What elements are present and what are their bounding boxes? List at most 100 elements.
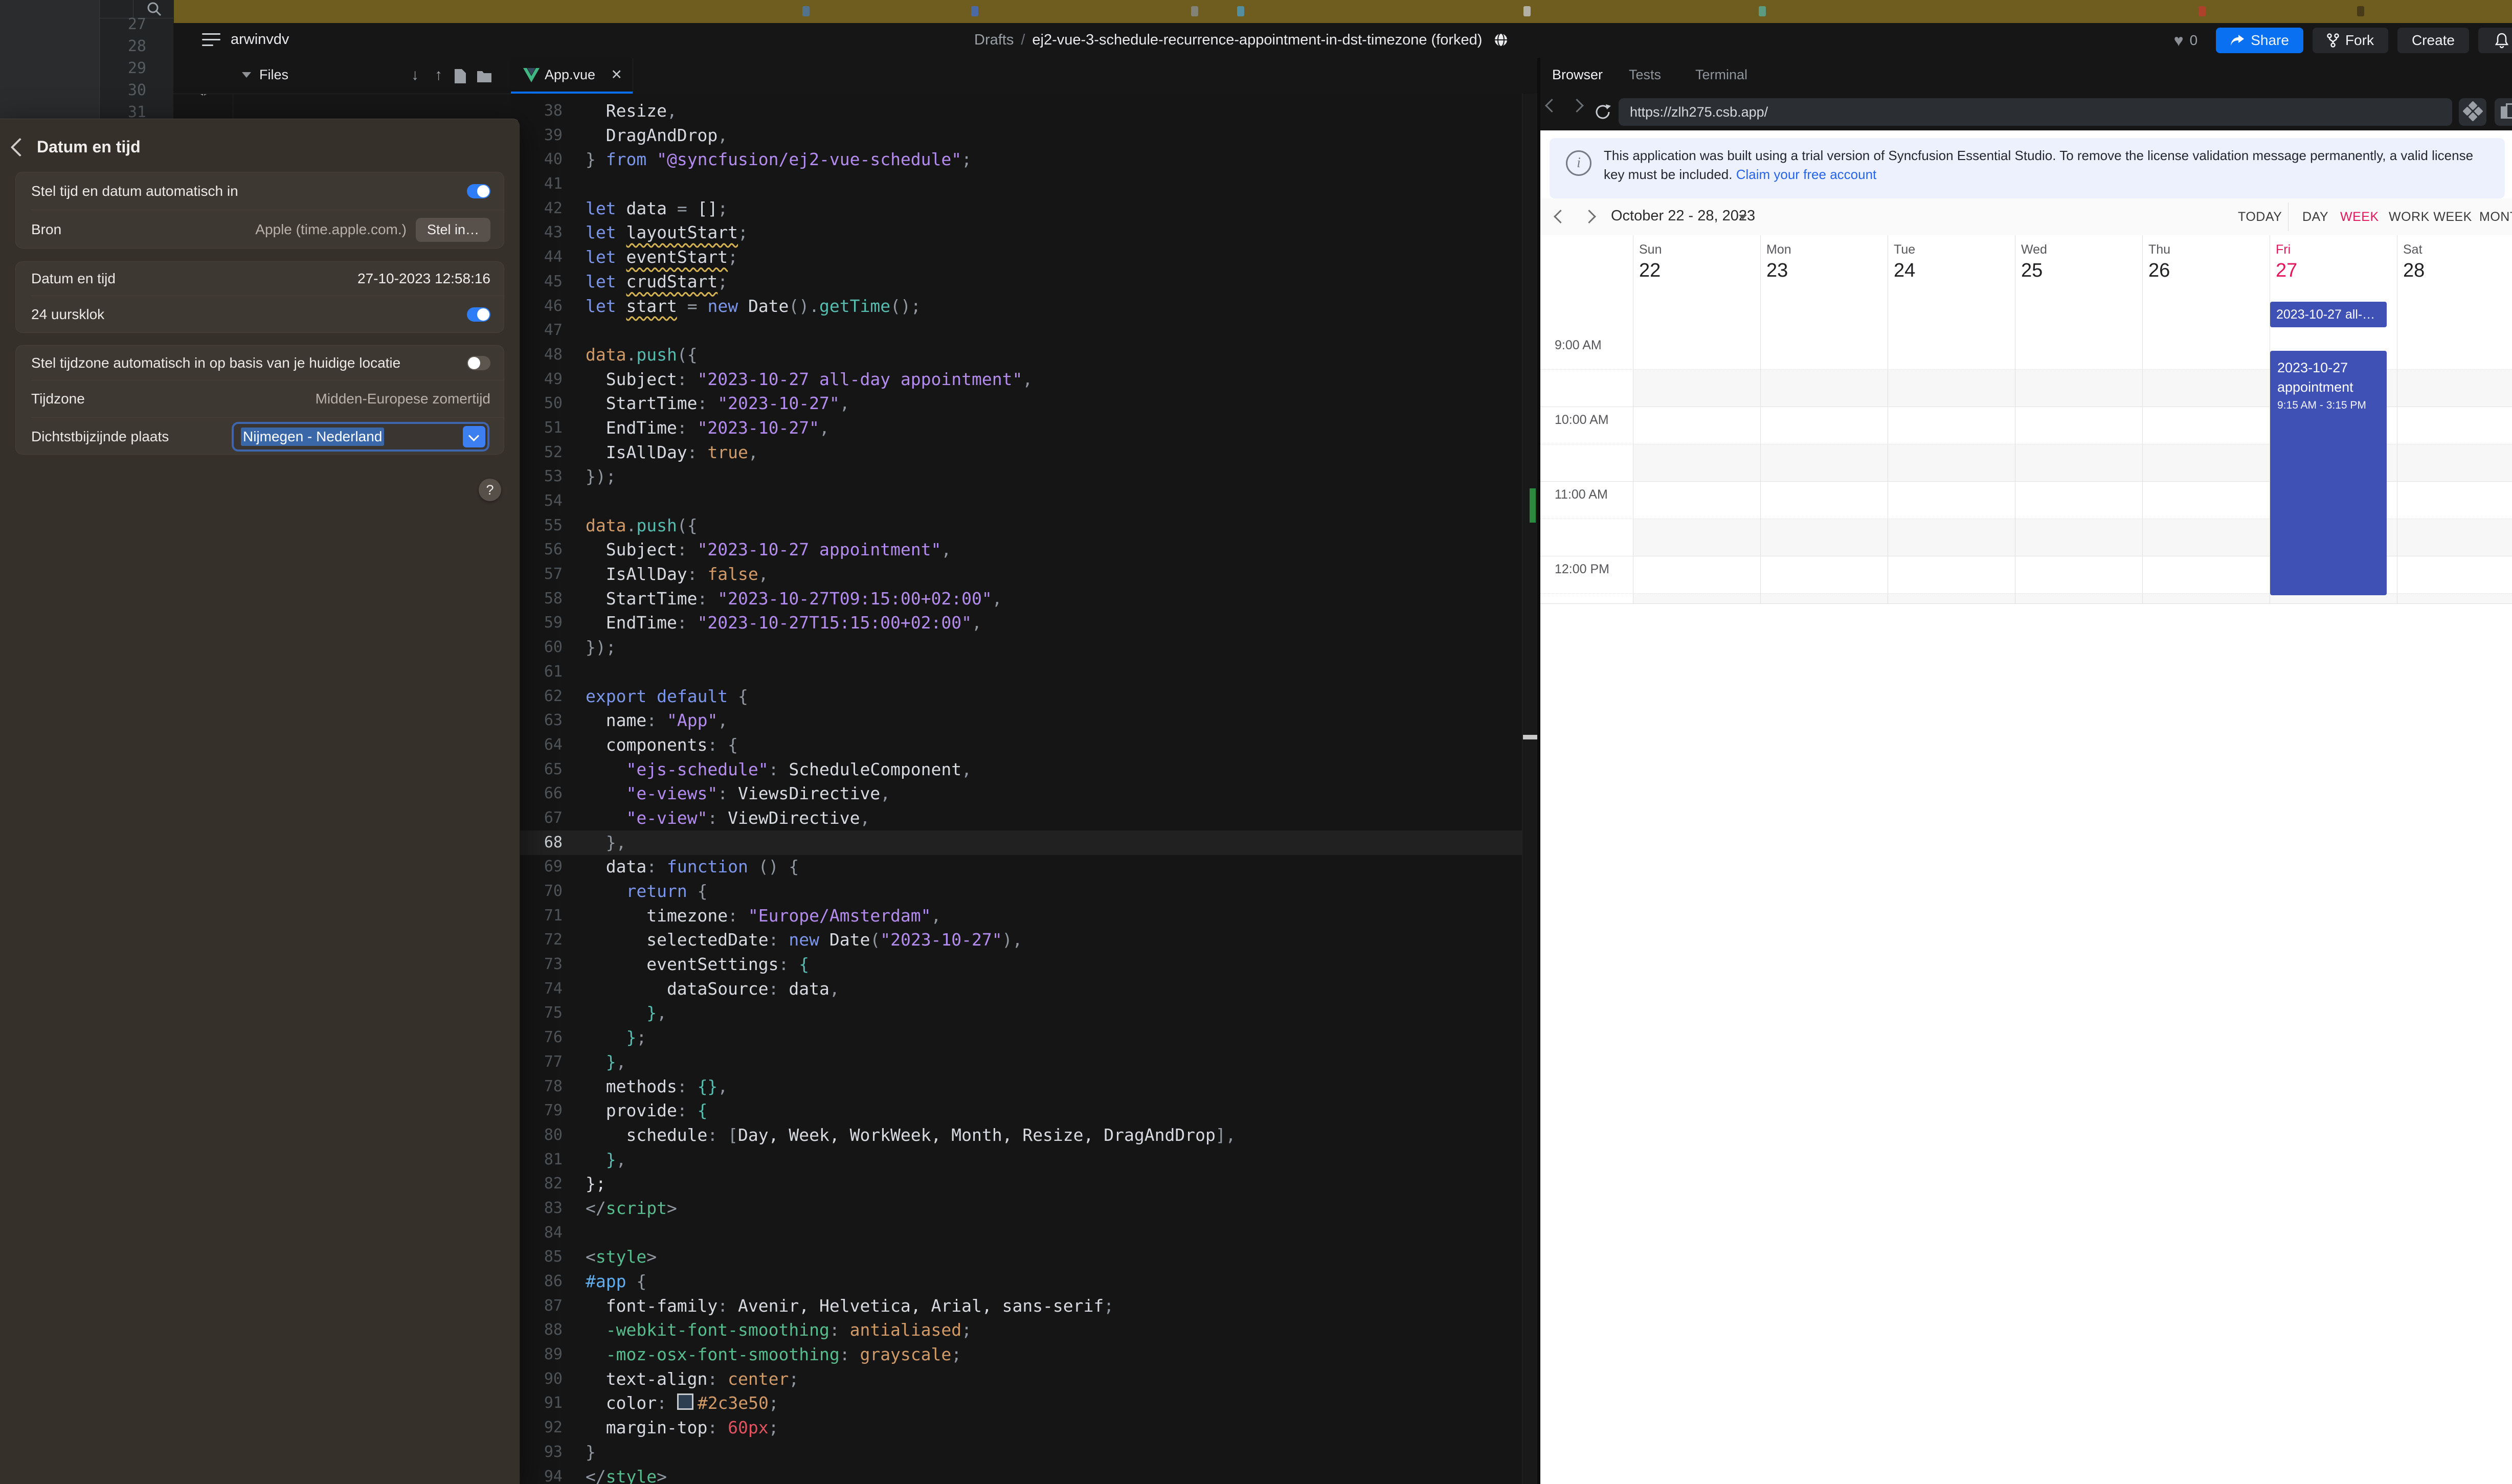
create-button[interactable]: Create: [2397, 28, 2469, 53]
nearest-place-select[interactable]: Nijmegen - Nederland: [234, 423, 487, 449]
view-day[interactable]: DAY: [2302, 210, 2328, 224]
editor-scrollbar[interactable]: [1522, 94, 1537, 1484]
scrollbar-thumb[interactable]: [1523, 735, 1537, 739]
time-grid[interactable]: 9:00 AM 10:00 AM 11:00 AM 12:00 PM 2023-10-…: [1540, 332, 2512, 604]
code-line[interactable]: [586, 660, 1236, 684]
code-line[interactable]: data.push({: [586, 513, 1236, 538]
code-line[interactable]: text-align: center;: [586, 1367, 1236, 1391]
code-line[interactable]: } from "@syncfusion/ej2-vue-schedule";: [586, 147, 1236, 172]
fork-button[interactable]: Fork: [2312, 28, 2388, 53]
responsive-mode-icon[interactable]: [2459, 98, 2486, 126]
code-line[interactable]: timezone: "Europe/Amsterdam",: [586, 904, 1236, 928]
code-line[interactable]: };: [586, 1025, 1236, 1050]
notifications-button[interactable]: [2478, 28, 2512, 53]
day-number[interactable]: 24: [1894, 260, 1915, 282]
workspace-name[interactable]: arwinvdv: [231, 31, 289, 48]
back-icon[interactable]: [1545, 99, 1559, 113]
auto-datetime-toggle[interactable]: [467, 184, 490, 198]
code-editor[interactable]: 38 39 40 41 42 43 44 45 46 47 48 49 50 51 52 53 54 55 56 57…: [511, 94, 1537, 1484]
code-content[interactable]: Resize, DragAndDrop,} from "@syncfusion/…: [586, 99, 1236, 1484]
code-line[interactable]: provide: {: [586, 1098, 1236, 1123]
new-file-icon[interactable]: [454, 68, 467, 84]
back-icon[interactable]: [10, 138, 30, 157]
code-line[interactable]: schedule: [Day, Week, WorkWeek, Month, R…: [586, 1123, 1236, 1148]
sort-down-icon[interactable]: ↓: [411, 66, 419, 84]
code-line[interactable]: IsAllDay: false,: [586, 562, 1236, 587]
code-line[interactable]: });: [586, 464, 1236, 489]
day-number[interactable]: 25: [2021, 260, 2043, 282]
code-line[interactable]: "ejs-schedule": ScheduleComponent,: [586, 757, 1236, 782]
code-line[interactable]: [586, 1221, 1236, 1245]
auto-timezone-toggle[interactable]: [467, 355, 490, 370]
code-line[interactable]: IsAllDay: true,: [586, 440, 1236, 465]
day-number[interactable]: 23: [1766, 260, 1788, 282]
globe-icon[interactable]: [1492, 31, 1510, 49]
code-line[interactable]: },: [586, 1001, 1236, 1025]
code-line[interactable]: DragAndDrop,: [586, 123, 1236, 148]
url-input[interactable]: https://zlh275.csb.app/: [1619, 98, 2452, 126]
preview-tab-tests[interactable]: Tests: [1629, 67, 1661, 83]
code-line[interactable]: Resize,: [586, 99, 1236, 123]
code-line[interactable]: [586, 172, 1236, 196]
all-day-event[interactable]: 2023-10-27 all-day appointment: [2270, 302, 2387, 327]
code-line[interactable]: data: function () {: [586, 855, 1236, 879]
code-line[interactable]: };: [586, 1172, 1236, 1196]
forward-icon[interactable]: [1570, 99, 1584, 113]
code-line[interactable]: eventSettings: {: [586, 952, 1236, 977]
code-line[interactable]: Subject: "2023-10-27 appointment",: [586, 537, 1236, 562]
like-heart-icon[interactable]: ♥: [2174, 31, 2184, 50]
code-line[interactable]: -webkit-font-smoothing: antialiased;: [586, 1318, 1236, 1342]
code-line[interactable]: let crudStart;: [586, 269, 1236, 294]
preview-tab-terminal[interactable]: Terminal: [1695, 67, 1747, 83]
code-line[interactable]: },: [586, 1050, 1236, 1074]
code-line[interactable]: "e-views": ViewsDirective,: [586, 781, 1236, 806]
breadcrumb-drafts[interactable]: Drafts: [974, 32, 1014, 49]
code-line[interactable]: [586, 318, 1236, 343]
code-line[interactable]: StartTime: "2023-10-27",: [586, 391, 1236, 416]
help-button[interactable]: ?: [479, 479, 501, 501]
date-caret-icon[interactable]: [1739, 215, 1747, 219]
menu-icon[interactable]: [202, 33, 220, 47]
code-line[interactable]: dataSource: data,: [586, 977, 1236, 1001]
code-line[interactable]: let eventStart;: [586, 245, 1236, 269]
code-line[interactable]: EndTime: "2023-10-27T15:15:00+02:00",: [586, 611, 1236, 635]
code-line[interactable]: <style>: [586, 1245, 1236, 1269]
code-line[interactable]: components: {: [586, 733, 1236, 757]
code-line[interactable]: EndTime: "2023-10-27",: [586, 416, 1236, 440]
view-workweek[interactable]: WORK WEEK: [2389, 210, 2472, 224]
code-line[interactable]: }: [586, 1440, 1236, 1465]
code-line[interactable]: margin-top: 60px;: [586, 1415, 1236, 1440]
day-number[interactable]: 28: [2403, 260, 2425, 282]
code-line[interactable]: font-family: Avenir, Helvetica, Arial, s…: [586, 1294, 1236, 1318]
open-in-new-window-icon[interactable]: [2495, 98, 2512, 126]
new-folder-icon[interactable]: [476, 69, 492, 83]
date-range-label[interactable]: October 22 - 28, 2023: [1611, 208, 1755, 224]
code-line[interactable]: });: [586, 635, 1236, 660]
project-title[interactable]: ej2-vue-3-schedule-recurrence-appointmen…: [1032, 32, 1482, 49]
next-week-icon[interactable]: [1582, 210, 1596, 224]
code-line[interactable]: export default {: [586, 684, 1236, 709]
view-month[interactable]: MONTH: [2479, 210, 2512, 224]
appointment-event[interactable]: 2023-10-27 appointment 9:15 AM - 3:15 PM: [2270, 351, 2387, 595]
code-line[interactable]: </script>: [586, 1196, 1236, 1221]
code-line[interactable]: "e-view": ViewDirective,: [586, 806, 1236, 830]
refresh-icon[interactable]: [1594, 103, 1612, 121]
code-line[interactable]: selectedDate: new Date("2023-10-27"),: [586, 928, 1236, 952]
preview-tab-browser[interactable]: Browser: [1552, 67, 1603, 83]
code-line[interactable]: },: [586, 830, 1236, 855]
code-line[interactable]: let layoutStart;: [586, 220, 1236, 245]
code-line[interactable]: methods: {},: [586, 1074, 1236, 1099]
code-line[interactable]: </style>: [586, 1465, 1236, 1484]
search-icon[interactable]: [146, 1, 162, 16]
code-line[interactable]: },: [586, 1148, 1236, 1172]
clock24-toggle[interactable]: [467, 307, 490, 322]
prev-week-icon[interactable]: [1554, 210, 1567, 224]
today-button[interactable]: TODAY: [2238, 210, 2282, 224]
close-tab-icon[interactable]: ✕: [611, 67, 622, 83]
claim-account-link[interactable]: Claim your free account: [1736, 167, 1877, 182]
code-line[interactable]: data.push({: [586, 343, 1236, 367]
day-number[interactable]: 27: [2276, 260, 2297, 282]
collapse-caret-icon[interactable]: [242, 72, 251, 78]
code-line[interactable]: -moz-osx-font-smoothing: grayscale;: [586, 1342, 1236, 1367]
code-line[interactable]: Subject: "2023-10-27 all-day appointment…: [586, 367, 1236, 392]
